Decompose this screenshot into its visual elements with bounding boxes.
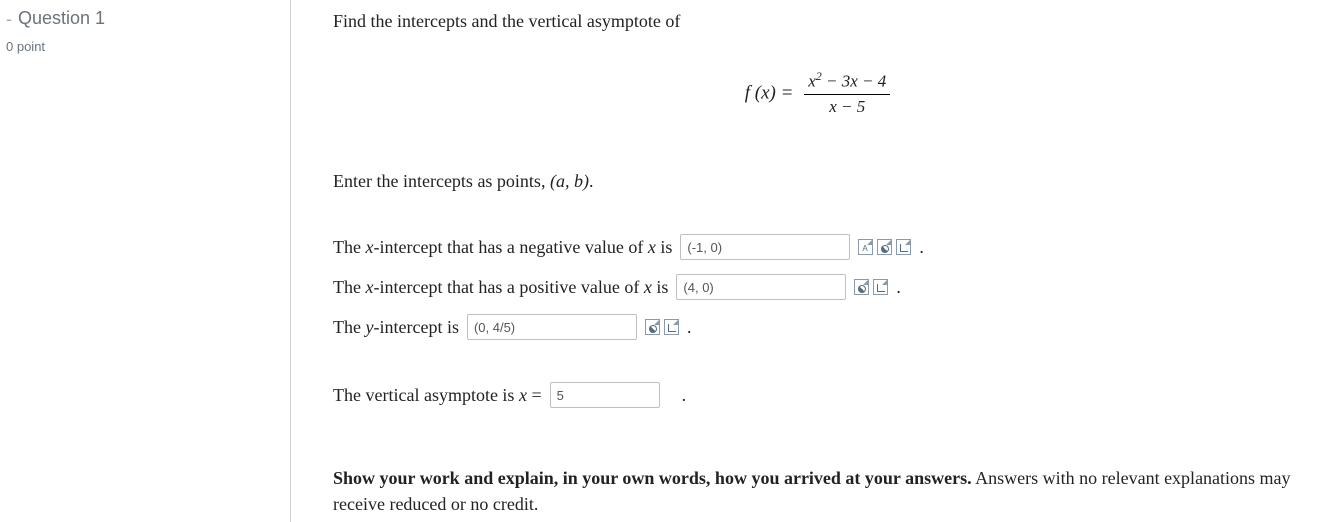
equation-display: f (x) = x2 − 3x − 4 x − 5 (333, 68, 1302, 120)
spacer-2 (333, 423, 1302, 465)
x-intercept-negative-input[interactable] (680, 234, 850, 260)
num-x: x (808, 72, 816, 91)
preview-icon[interactable] (877, 239, 892, 255)
fraction-numerator: x2 − 3x − 4 (804, 68, 890, 95)
r3b: -intercept is (373, 317, 458, 337)
show-work-instruction: Show your work and explain, in your own … (333, 465, 1302, 517)
show-work-bold: Show your work and explain, in your own … (333, 468, 972, 488)
y-intercept-row: The y-intercept is . (333, 314, 1302, 340)
row4-label: The vertical asymptote is x = (333, 382, 542, 408)
vertical-asymptote-row: The vertical asymptote is x = . (333, 382, 1302, 408)
equation-lhs: f (x) = (745, 82, 794, 103)
question-header-row[interactable]: - Question 1 (6, 8, 290, 29)
r2v2: x (644, 277, 652, 297)
question-title: Question 1 (18, 8, 105, 29)
row2-label: The x-intercept that has a positive valu… (333, 274, 668, 300)
r4v: x (519, 385, 527, 405)
prompt-text: Find the intercepts and the vertical asy… (333, 8, 1302, 34)
r1c: is (656, 237, 673, 257)
instr-period: . (589, 171, 594, 191)
symbolic-entry-icon[interactable] (858, 239, 873, 255)
row3-icons (645, 319, 679, 335)
row4-period: . (682, 382, 687, 408)
r1a: The (333, 237, 365, 257)
row1-period: . (919, 234, 924, 260)
spacer (333, 354, 1302, 382)
x-intercept-positive-input[interactable] (676, 274, 846, 300)
equation-fraction: x2 − 3x − 4 x − 5 (804, 68, 890, 120)
question-sidebar: - Question 1 0 point (0, 0, 290, 522)
r3a: The (333, 317, 365, 337)
x-intercept-negative-row: The x-intercept that has a negative valu… (333, 234, 1302, 260)
collapse-dash-icon: - (6, 10, 12, 28)
row1-label: The x-intercept that has a negative valu… (333, 234, 672, 260)
num-rest: − 3x − 4 (822, 72, 887, 91)
question-points: 0 point (6, 39, 290, 54)
r4a: The vertical asymptote is (333, 385, 519, 405)
row3-period: . (687, 314, 692, 340)
row2-period: . (896, 274, 901, 300)
x-intercept-positive-row: The x-intercept that has a positive valu… (333, 274, 1302, 300)
r2c: is (652, 277, 669, 297)
help-icon[interactable] (896, 239, 911, 255)
instr-ab-point: (a, b) (550, 171, 589, 191)
vertical-asymptote-input[interactable] (550, 382, 660, 408)
y-intercept-input[interactable] (467, 314, 637, 340)
help-icon[interactable] (873, 279, 888, 295)
r4eq: = (527, 385, 542, 405)
row2-icons (854, 279, 888, 295)
r2b: -intercept that has a positive value of (373, 277, 643, 297)
question-body: Find the intercepts and the vertical asy… (291, 0, 1342, 522)
r2a: The (333, 277, 365, 297)
preview-icon[interactable] (645, 319, 660, 335)
preview-icon[interactable] (854, 279, 869, 295)
instruction-text: Enter the intercepts as points, (a, b). (333, 168, 1302, 194)
help-icon[interactable] (664, 319, 679, 335)
r1v2: x (648, 237, 656, 257)
instr-part-a: Enter the intercepts as points, (333, 171, 550, 191)
fraction-denominator: x − 5 (804, 95, 890, 120)
r1b: -intercept that has a negative value of (373, 237, 647, 257)
row1-icons (858, 239, 911, 255)
row3-label: The y-intercept is (333, 314, 459, 340)
page-root: - Question 1 0 point Find the intercepts… (0, 0, 1342, 522)
